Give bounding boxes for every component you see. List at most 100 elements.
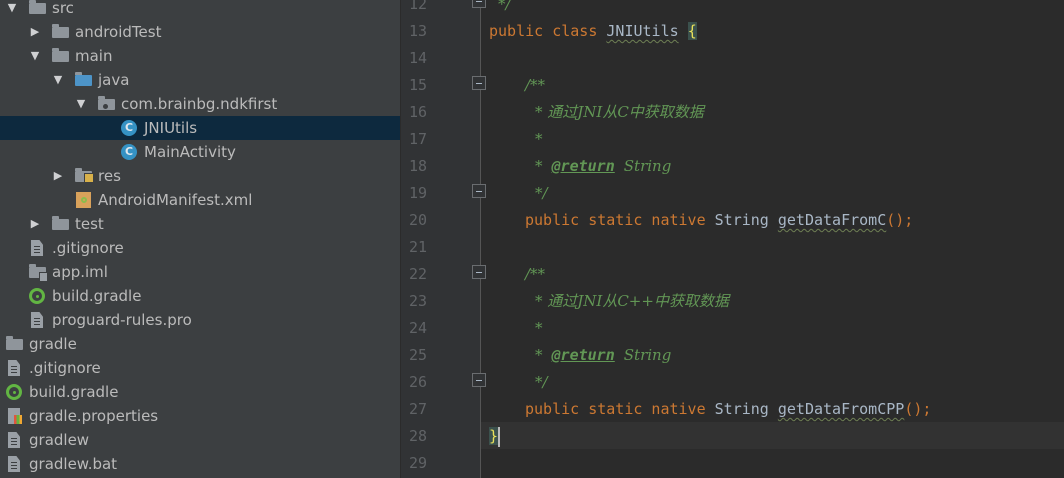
folder-icon	[6, 336, 23, 352]
keyword-public: public	[489, 22, 544, 40]
line-number: 19	[408, 184, 427, 202]
line-number: 23	[408, 292, 427, 310]
code-line-15[interactable]: /**	[525, 72, 545, 99]
code-line-25[interactable]: * @return String	[535, 342, 671, 369]
doc-comment-start: /**	[525, 265, 546, 283]
expanded-arrow-icon[interactable]: ▼	[75, 92, 87, 116]
doc-comment-star: *	[535, 346, 543, 364]
collapsed-arrow-icon[interactable]: ▶	[29, 20, 41, 44]
expanded-arrow-icon[interactable]: ▼	[52, 68, 64, 92]
text-file-icon	[29, 312, 46, 328]
properties-file-icon	[6, 408, 23, 424]
folder-icon	[29, 0, 46, 16]
tree-item-label: app.iml	[52, 263, 108, 281]
tree-item-gradlew-bat[interactable]: gradlew.bat	[0, 452, 400, 476]
line-number: 17	[408, 130, 427, 148]
open-brace: {	[687, 22, 697, 40]
collapsed-arrow-icon[interactable]: ▶	[29, 212, 41, 236]
tree-item-androidtest[interactable]: ▶ androidTest	[0, 20, 400, 44]
tree-item-label: JNIUtils	[144, 119, 198, 137]
tree-item-androidmanifest[interactable]: AndroidManifest.xml	[0, 188, 400, 212]
code-line-16[interactable]: * 通过JNI从C中获取数据	[535, 99, 704, 126]
tree-item-mainactivity[interactable]: C MainActivity	[0, 140, 400, 164]
tree-item-label: MainActivity	[144, 143, 236, 161]
tree-item-gitignore-root[interactable]: .gitignore	[0, 356, 400, 380]
tree-item-gradle[interactable]: gradle	[0, 332, 400, 356]
code-line-23[interactable]: * 通过JNI从C++中获取数据	[535, 288, 729, 315]
text-cursor	[498, 426, 501, 447]
code-line-17[interactable]: *	[535, 126, 543, 153]
gradle-icon	[29, 288, 46, 304]
tree-item-test[interactable]: ▶ test	[0, 212, 400, 236]
tree-item-package[interactable]: ▼ com.brainbg.ndkfirst	[0, 92, 400, 116]
tree-item-label: gradlew.bat	[29, 455, 118, 473]
fold-marker-icon[interactable]	[472, 0, 486, 8]
fold-marker-icon[interactable]	[472, 76, 486, 90]
line-number: 25	[408, 346, 427, 364]
tree-item-label: test	[75, 215, 104, 233]
tree-item-gradlew[interactable]: gradlew	[0, 428, 400, 452]
tree-item-gitignore[interactable]: .gitignore	[0, 236, 400, 260]
tree-item-proguard-rules[interactable]: proguard-rules.pro	[0, 308, 400, 332]
expanded-arrow-icon[interactable]: ▼	[29, 44, 41, 68]
tree-item-src[interactable]: ▼ src	[0, 0, 400, 20]
fold-marker-icon[interactable]	[472, 265, 486, 279]
tree-item-label: proguard-rules.pro	[52, 311, 192, 329]
tree-item-build-gradle-root[interactable]: build.gradle	[0, 380, 400, 404]
line-number: 27	[408, 400, 427, 418]
code-line-13[interactable]: public class JNIUtils {	[489, 18, 697, 45]
method-end: ();	[904, 400, 932, 418]
doc-comment-star: *	[535, 130, 543, 148]
method-name-getdatafromc: getDataFromC	[777, 211, 887, 229]
code-line-18[interactable]: * @return String	[535, 153, 671, 180]
line-number: 20	[408, 211, 427, 229]
line-number: 28	[408, 427, 427, 445]
line-number: 13	[408, 22, 427, 40]
tree-item-label: res	[98, 167, 121, 185]
collapsed-arrow-icon[interactable]: ▶	[52, 164, 64, 188]
fold-marker-icon[interactable]	[472, 184, 486, 198]
manifest-icon	[75, 192, 92, 208]
tree-item-label: src	[52, 0, 74, 17]
doc-comment-text: * 通过JNI从C++中获取数据	[535, 292, 729, 310]
line-number: 29	[408, 454, 427, 472]
class-icon: C	[121, 144, 138, 160]
code-line-26[interactable]: */	[535, 369, 548, 396]
tree-item-main[interactable]: ▼ main	[0, 44, 400, 68]
code-line-28[interactable]: }	[489, 423, 501, 450]
modifiers: public static native	[525, 211, 706, 229]
javadoc-return-tag: @return	[551, 346, 615, 364]
code-line-27[interactable]: public static native String getDataFromC…	[525, 396, 931, 423]
project-tree[interactable]: ▼ src ▶ androidTest ▼ main ▼ java ▼ com.…	[0, 0, 400, 478]
expanded-arrow-icon[interactable]: ▼	[6, 0, 18, 20]
doc-comment-end: */	[535, 373, 548, 391]
code-line-12[interactable]: */	[498, 0, 511, 18]
code-line-19[interactable]: */	[535, 180, 548, 207]
fold-marker-icon[interactable]	[472, 373, 486, 387]
line-number: 15	[408, 76, 427, 94]
return-type: String	[714, 400, 769, 418]
tree-item-java[interactable]: ▼ java	[0, 68, 400, 92]
text-file-icon	[6, 456, 23, 472]
tree-item-app-iml[interactable]: app.iml	[0, 260, 400, 284]
class-icon: C	[121, 120, 138, 136]
code-line-22[interactable]: /**	[525, 261, 545, 288]
tree-item-jniutils[interactable]: C JNIUtils	[0, 116, 400, 140]
line-number: 22	[408, 265, 427, 283]
close-brace: }	[489, 427, 499, 445]
tree-item-label: gradle	[29, 335, 77, 353]
code-line-24[interactable]: *	[535, 315, 543, 342]
doc-comment-start: /**	[525, 76, 546, 94]
doc-comment-end: */	[498, 0, 511, 13]
folder-icon	[52, 48, 69, 64]
code-line-20[interactable]: public static native String getDataFromC…	[525, 207, 913, 234]
method-end: ();	[886, 211, 914, 229]
method-name-getdatafromcpp: getDataFromCPP	[777, 400, 905, 418]
package-icon	[98, 96, 115, 112]
tree-item-gradle-properties[interactable]: gradle.properties	[0, 404, 400, 428]
tree-item-label: .gitignore	[29, 359, 101, 377]
tree-item-build-gradle-app[interactable]: build.gradle	[0, 284, 400, 308]
tree-item-res[interactable]: ▶ res	[0, 164, 400, 188]
current-line-highlight	[481, 422, 1064, 449]
doc-comment-star: *	[535, 157, 543, 175]
